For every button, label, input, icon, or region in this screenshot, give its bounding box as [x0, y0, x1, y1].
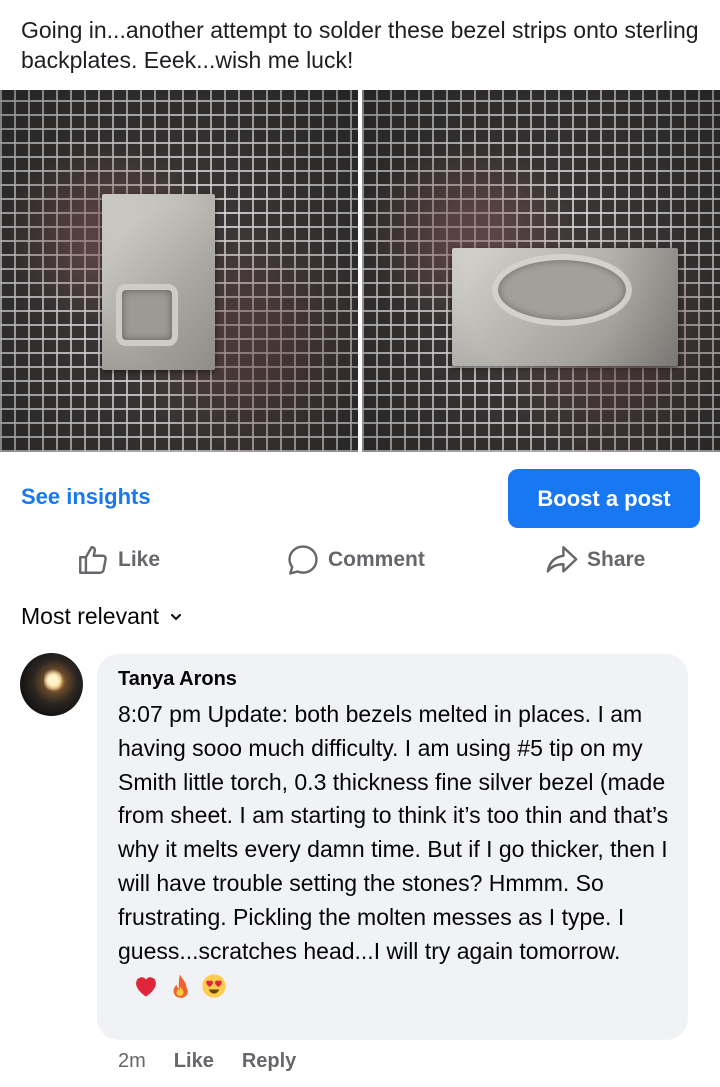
sort-label: Most relevant: [21, 603, 160, 629]
comment-meta: 2m Like Reply: [118, 1050, 296, 1073]
post-photo-square-bezel[interactable]: [0, 90, 358, 452]
comment-reply-link[interactable]: Reply: [242, 1050, 296, 1073]
boost-post-button[interactable]: Boost a post: [508, 469, 700, 528]
fire-icon: [173, 974, 188, 999]
chevron-down-icon: [171, 613, 182, 620]
post-text: Going in...another attempt to solder the…: [21, 17, 699, 73]
comment-sort-dropdown[interactable]: Most relevant: [21, 603, 183, 630]
see-insights-link[interactable]: See insights: [21, 484, 151, 510]
comment-text: 8:07 pm Update: both bezels melted in pl…: [118, 701, 669, 964]
post-actions-bar: Like Comment Share: [0, 538, 720, 582]
comment-text-block: 8:07 pm Update: both bezels melted in pl…: [118, 698, 678, 1002]
heart-icon: [136, 977, 156, 997]
like-button[interactable]: Like: [76, 538, 160, 582]
avatar[interactable]: [20, 653, 83, 716]
comment-bubble: Tanya Arons 8:07 pm Update: both bezels …: [97, 654, 688, 1040]
share-label: Share: [587, 548, 646, 571]
comment-label: Comment: [328, 548, 425, 571]
post-photo-oval-bezel[interactable]: [362, 90, 720, 452]
comment-emoji: [132, 972, 228, 1000]
comment-bubble-icon: [288, 545, 318, 575]
thumbs-up-icon: [79, 546, 107, 574]
comment-like-link[interactable]: Like: [174, 1050, 214, 1073]
comment-timestamp: 2m: [118, 1050, 146, 1072]
comment-button[interactable]: Comment: [286, 538, 425, 582]
photo-gallery: [0, 90, 720, 452]
share-button[interactable]: Share: [545, 538, 645, 582]
heart-eyes-icon: [202, 974, 226, 998]
like-label: Like: [118, 548, 161, 571]
share-arrow-icon: [546, 546, 578, 573]
comment-author[interactable]: Tanya Arons: [118, 668, 237, 691]
